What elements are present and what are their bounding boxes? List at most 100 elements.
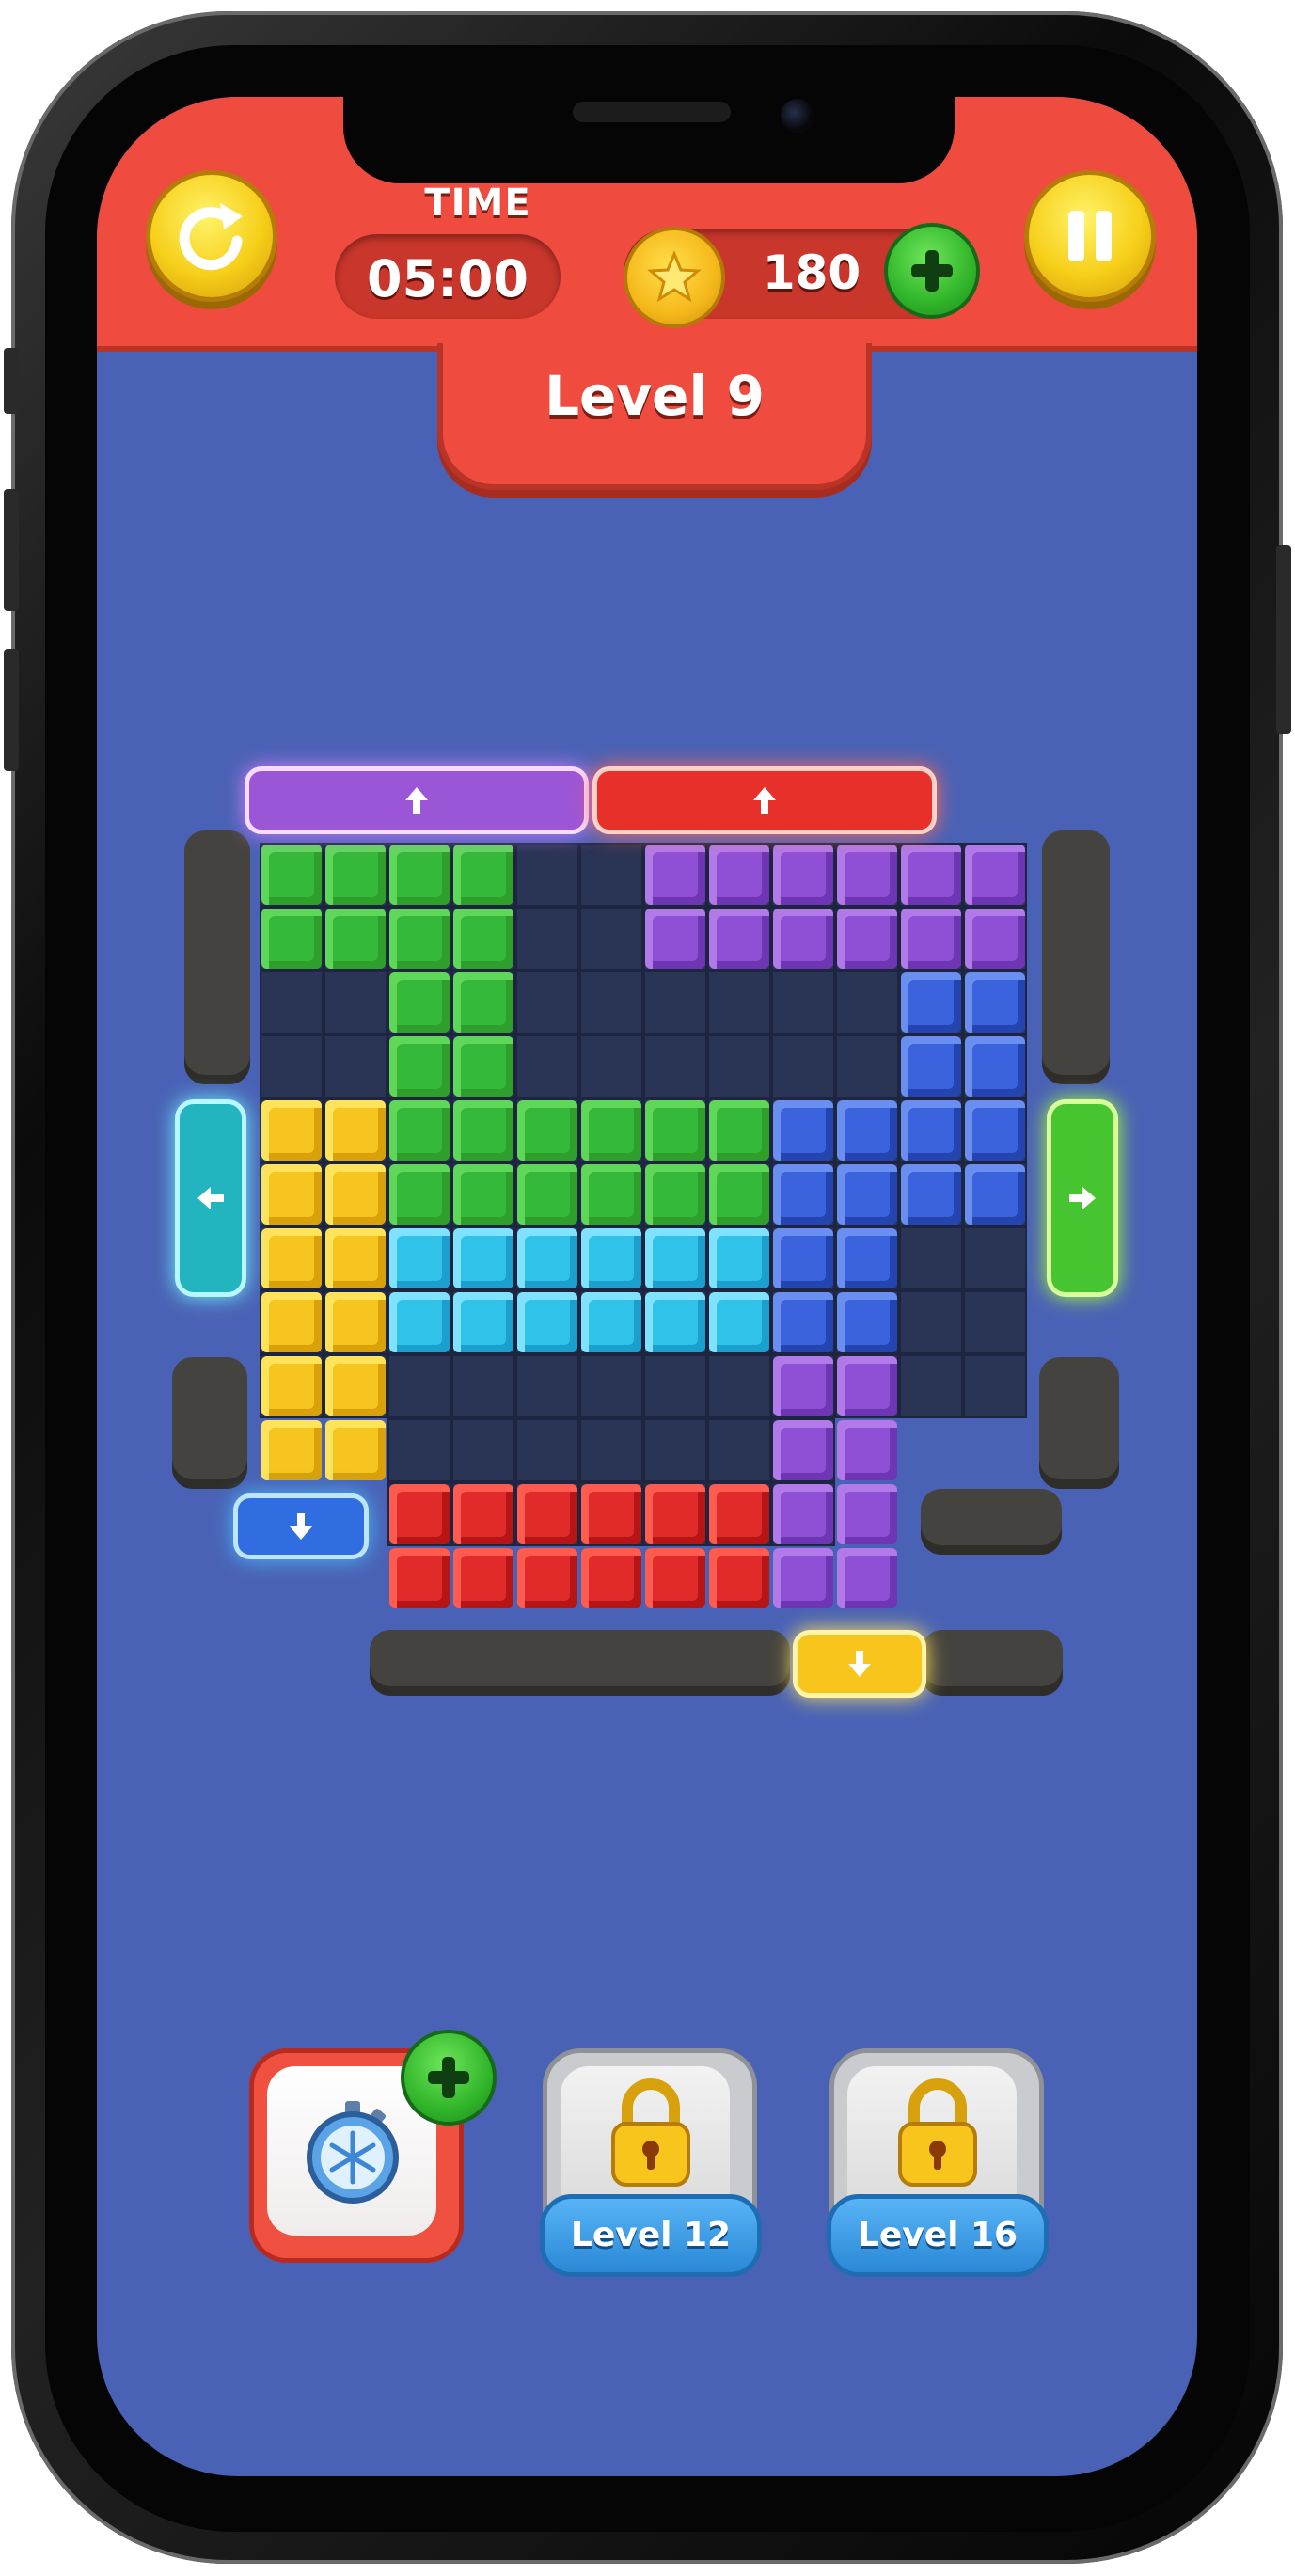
green-block-top-tile[interactable]	[325, 845, 386, 905]
red-block-tile[interactable]	[517, 1548, 577, 1608]
cyan-block-tile[interactable]	[517, 1228, 577, 1288]
blue-block-mid-tile[interactable]	[773, 1228, 833, 1288]
green-block-mid-tile[interactable]	[709, 1164, 769, 1225]
red-block-tile[interactable]	[709, 1548, 769, 1608]
blue-block-mid-tile[interactable]	[773, 1292, 833, 1352]
green-block-top-tile[interactable]	[453, 1036, 513, 1097]
green-block-mid-tile[interactable]	[581, 1100, 641, 1161]
blue-block-mid-tile[interactable]	[837, 1100, 897, 1161]
purple-block-top-tile[interactable]	[645, 909, 705, 969]
yellow-block-tile[interactable]	[261, 1356, 322, 1416]
add-freeze-button[interactable]	[401, 2030, 497, 2126]
blue-block-mid-tile[interactable]	[837, 1164, 897, 1225]
red-block-tile[interactable]	[389, 1548, 450, 1608]
cyan-block-tile[interactable]	[645, 1292, 705, 1352]
green-block-mid-tile[interactable]	[645, 1164, 705, 1225]
cyan-block-tile[interactable]	[453, 1292, 513, 1352]
exit-left-cyan	[175, 1099, 246, 1297]
green-block-mid-tile[interactable]	[517, 1164, 577, 1225]
cyan-block-tile[interactable]	[645, 1228, 705, 1288]
green-block-mid-tile[interactable]	[645, 1100, 705, 1161]
yellow-block-tile[interactable]	[325, 1420, 386, 1480]
cyan-block-tile[interactable]	[389, 1292, 450, 1352]
purple-block-top-tile[interactable]	[709, 845, 769, 905]
yellow-block-tile[interactable]	[325, 1164, 386, 1225]
purple-block-top-tile[interactable]	[965, 909, 1025, 969]
green-block-top-tile[interactable]	[325, 909, 386, 969]
red-block-tile[interactable]	[645, 1484, 705, 1544]
red-block-tile[interactable]	[581, 1548, 641, 1608]
blue-block-right-tile[interactable]	[901, 1036, 961, 1097]
green-block-top-tile[interactable]	[261, 909, 322, 969]
yellow-block-tile[interactable]	[261, 1164, 322, 1225]
blue-block-mid-tile[interactable]	[773, 1164, 833, 1225]
blue-block-right-tile[interactable]	[901, 972, 961, 1033]
blue-block-right-tile[interactable]	[901, 1164, 961, 1225]
red-block-tile[interactable]	[709, 1484, 769, 1544]
green-block-mid-tile[interactable]	[389, 1100, 450, 1161]
yellow-block-tile[interactable]	[261, 1100, 322, 1161]
cyan-block-tile[interactable]	[389, 1228, 450, 1288]
yellow-block-tile[interactable]	[325, 1100, 386, 1161]
green-block-mid-tile[interactable]	[581, 1164, 641, 1225]
green-block-top-tile[interactable]	[389, 1036, 450, 1097]
yellow-block-tile[interactable]	[261, 1420, 322, 1480]
blue-block-right-tile[interactable]	[901, 1100, 961, 1161]
purple-block-top-tile[interactable]	[837, 909, 897, 969]
green-block-top-tile[interactable]	[453, 909, 513, 969]
purple-block-low-tile[interactable]	[773, 1420, 833, 1480]
green-block-top-tile[interactable]	[453, 972, 513, 1033]
red-block-tile[interactable]	[453, 1548, 513, 1608]
cyan-block-tile[interactable]	[581, 1228, 641, 1288]
green-block-mid-tile[interactable]	[517, 1100, 577, 1161]
red-block-tile[interactable]	[581, 1484, 641, 1544]
purple-block-low-tile[interactable]	[837, 1548, 897, 1608]
red-block-tile[interactable]	[389, 1484, 450, 1544]
purple-block-low-tile[interactable]	[773, 1548, 833, 1608]
blue-block-right-tile[interactable]	[965, 972, 1025, 1033]
purple-block-top-tile[interactable]	[901, 845, 961, 905]
cyan-block-tile[interactable]	[581, 1292, 641, 1352]
purple-block-top-tile[interactable]	[773, 909, 833, 969]
blue-block-mid-tile[interactable]	[837, 1228, 897, 1288]
red-block-tile[interactable]	[453, 1484, 513, 1544]
purple-block-low-tile[interactable]	[837, 1420, 897, 1480]
green-block-mid-tile[interactable]	[453, 1100, 513, 1161]
purple-block-top-tile[interactable]	[773, 845, 833, 905]
purple-block-top-tile[interactable]	[709, 909, 769, 969]
cyan-block-tile[interactable]	[453, 1228, 513, 1288]
blue-block-right-tile[interactable]	[965, 1164, 1025, 1225]
yellow-block-tile[interactable]	[325, 1292, 386, 1352]
arrow-up-icon	[405, 787, 428, 814]
purple-block-low-tile[interactable]	[773, 1484, 833, 1544]
red-block-tile[interactable]	[645, 1548, 705, 1608]
green-block-mid-tile[interactable]	[389, 1164, 450, 1225]
red-block-tile[interactable]	[517, 1484, 577, 1544]
blue-block-mid-tile[interactable]	[837, 1292, 897, 1352]
green-block-top-tile[interactable]	[389, 909, 450, 969]
cyan-block-tile[interactable]	[709, 1292, 769, 1352]
yellow-block-tile[interactable]	[325, 1228, 386, 1288]
purple-block-low-tile[interactable]	[837, 1484, 897, 1544]
purple-block-top-tile[interactable]	[901, 909, 961, 969]
yellow-block-tile[interactable]	[261, 1228, 322, 1288]
green-block-top-tile[interactable]	[389, 972, 450, 1033]
purple-block-top-tile[interactable]	[965, 845, 1025, 905]
cyan-block-tile[interactable]	[709, 1228, 769, 1288]
purple-block-top-tile[interactable]	[837, 845, 897, 905]
green-block-top-tile[interactable]	[453, 845, 513, 905]
purple-block-top-tile[interactable]	[645, 845, 705, 905]
green-block-mid-tile[interactable]	[453, 1164, 513, 1225]
purple-block-low-tile[interactable]	[837, 1356, 897, 1416]
blue-block-right-tile[interactable]	[965, 1100, 1025, 1161]
green-block-top-tile[interactable]	[261, 845, 322, 905]
purple-block-low-tile[interactable]	[773, 1356, 833, 1416]
blue-block-right-tile[interactable]	[965, 1036, 1025, 1097]
green-block-top-tile[interactable]	[389, 845, 450, 905]
blue-block-mid-tile[interactable]	[773, 1100, 833, 1161]
green-block-mid-tile[interactable]	[709, 1100, 769, 1161]
yellow-block-tile[interactable]	[261, 1292, 322, 1352]
board-cell	[515, 907, 579, 971]
cyan-block-tile[interactable]	[517, 1292, 577, 1352]
yellow-block-tile[interactable]	[325, 1356, 386, 1416]
